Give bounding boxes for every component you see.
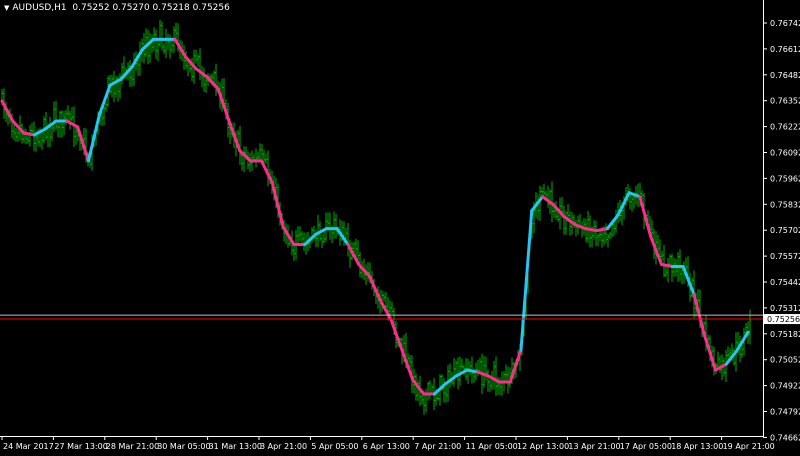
moving-average-segment [605, 213, 620, 231]
moving-average-segment [735, 330, 750, 352]
time-tick-label: 18 Apr 13:00 [671, 442, 723, 451]
moving-average-segment [184, 55, 199, 71]
price-chart[interactable]: 0.76742 0.76612 0.76482 0.76352 0.76222 0.760… [0, 0, 800, 456]
moving-average-segment [65, 119, 80, 129]
moving-average-segment [368, 274, 382, 302]
current-price-tag: 0.75256 [764, 314, 800, 325]
price-tick-label: 0.76222 [770, 123, 800, 132]
time-tick-label: 5 Apr 05:00 [311, 442, 358, 451]
price-bars [1, 19, 751, 415]
moving-average-segment [238, 149, 253, 163]
price-tick-label: 0.75832 [770, 200, 800, 209]
time-tick-label: 6 Apr 13:00 [363, 442, 410, 451]
price-tick-label: 0.75702 [770, 226, 800, 235]
price-tick-label: 0.76352 [770, 97, 800, 106]
moving-average-segment [130, 47, 145, 69]
current-price-label: 0.75256 [767, 315, 800, 324]
moving-average-segment [314, 227, 328, 237]
price-axis: 0.76742 0.76612 0.76482 0.76352 0.76222 0.760… [763, 19, 800, 442]
price-tick-label: 0.75962 [770, 174, 800, 183]
moving-average-segment [389, 318, 404, 352]
price-tick-label: 0.75182 [770, 330, 800, 339]
moving-average-segment [259, 159, 274, 185]
moving-average-segment [86, 113, 101, 163]
moving-average-segment [660, 262, 674, 268]
moving-average-segment [595, 227, 609, 233]
time-tick-label: 3 Apr 21:00 [260, 442, 307, 451]
time-tick-label: 27 Mar 13:00 [54, 442, 107, 451]
moving-average-segment [76, 125, 90, 163]
time-tick-label: 19 Apr 21:00 [723, 442, 775, 451]
price-tick-label: 0.75052 [770, 356, 800, 365]
time-tick-label: 13 Apr 21:00 [568, 442, 620, 451]
price-tick-label: 0.74922 [770, 382, 800, 391]
price-tick-label: 0.76612 [770, 45, 800, 54]
price-tick-label: 0.76482 [770, 71, 800, 80]
moving-average-segment [638, 195, 653, 239]
time-tick-label: 17 Apr 05:00 [620, 442, 672, 451]
time-tick-label: 11 Apr 05:00 [466, 442, 518, 451]
price-tick-label: 0.75312 [770, 304, 800, 313]
moving-average-segment [465, 368, 480, 374]
price-tick-label: 0.76742 [770, 19, 800, 28]
moving-average-segment [584, 227, 599, 233]
moving-average-segment [400, 348, 415, 382]
moving-average-segment [205, 75, 220, 91]
price-tick-label: 0.75572 [770, 252, 800, 261]
price-tick-label: 0.75442 [770, 278, 800, 287]
time-tick-label: 30 Mar 05:00 [157, 442, 210, 451]
price-tick-label: 0.76092 [770, 149, 800, 158]
moving-average-segment [530, 195, 545, 213]
time-tick-label: 24 Mar 2017 [3, 442, 54, 451]
moving-average-segment [519, 209, 534, 352]
time-tick-label: 31 Mar 13:00 [209, 442, 262, 451]
time-tick-label: 7 Apr 21:00 [414, 442, 461, 451]
time-axis: 24 Mar 2017 27 Mar 13:0028 Mar 21:0030 Ma… [1, 436, 775, 451]
price-tick-label: 0.74792 [770, 408, 800, 417]
moving-average-segment [22, 131, 36, 137]
time-tick-label: 28 Mar 21:00 [106, 442, 159, 451]
time-tick-label: 12 Apr 13:00 [517, 442, 569, 451]
